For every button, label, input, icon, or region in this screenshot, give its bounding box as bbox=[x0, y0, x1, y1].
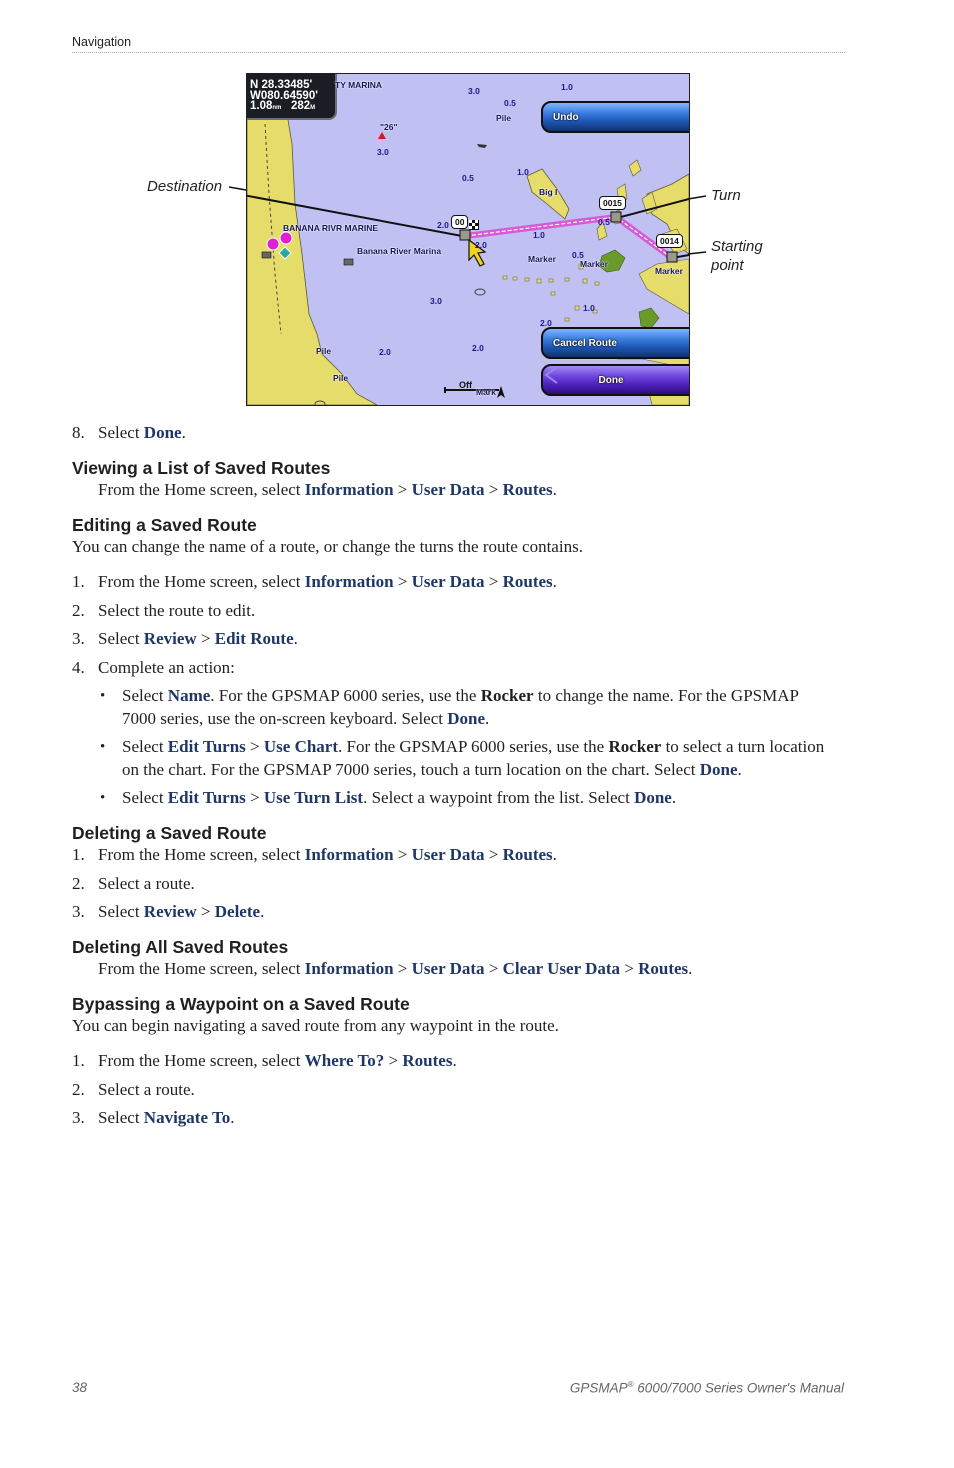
leader-turn-outside bbox=[687, 195, 707, 200]
waypoint-tag-turn[interactable]: 0015 bbox=[599, 196, 626, 210]
done-button[interactable]: Done bbox=[541, 364, 689, 396]
marina-icon-1 bbox=[266, 237, 280, 251]
heading-editing-saved-route: Editing a Saved Route bbox=[72, 515, 257, 535]
turn-waypoint-marker bbox=[610, 211, 622, 223]
leader-start-outside bbox=[687, 251, 707, 255]
coordinate-readout: N 28.33485' W080.64590' 1.08nm 282M bbox=[247, 74, 337, 120]
undo-button[interactable]: Undo bbox=[541, 101, 689, 133]
depth-sounding: 3.0 bbox=[468, 86, 480, 96]
step-8: 8. Select Done. bbox=[72, 423, 186, 442]
hazard-triangle-icon bbox=[378, 132, 386, 139]
depth-sounding: 1.0 bbox=[561, 82, 573, 92]
map-label-marker: Marker bbox=[528, 254, 556, 264]
editing-step-4: 4. Complete an action: bbox=[72, 658, 235, 677]
bullet-icon: • bbox=[100, 688, 106, 704]
map-label-banana-rivr-marine: BANANA RIVR MARINE bbox=[283, 223, 379, 233]
depth-sounding: 0.5 bbox=[572, 250, 584, 260]
waypoint-tag-start[interactable]: 0014 bbox=[656, 234, 683, 248]
map-label-big-i: Big I bbox=[539, 187, 558, 197]
depth-sounding: 3.0 bbox=[430, 296, 442, 306]
chart-screenshot: N 28.33485' W080.64590' 1.08nm 282M TY M… bbox=[246, 73, 690, 406]
bullet-icon: • bbox=[100, 790, 106, 806]
callout-destination: Destination bbox=[147, 178, 223, 195]
back-chevron-icon bbox=[544, 366, 558, 384]
start-waypoint-marker bbox=[666, 251, 678, 263]
editing-step-2: 2. Select the route to edit. bbox=[72, 601, 256, 620]
distance-bearing: 1.08nm 282M bbox=[250, 100, 316, 112]
depth-sounding: 2.0 bbox=[379, 347, 391, 357]
north-arrow-icon bbox=[497, 386, 505, 398]
bypassing-step-2: 2. Select a route. bbox=[72, 1080, 195, 1099]
deleting-all-instruction: From the Home screen, select Information… bbox=[98, 959, 693, 978]
map-label-marker: Marker bbox=[580, 259, 608, 269]
done-keyword: Done bbox=[143, 423, 182, 442]
map-label-marker: Mark bbox=[476, 387, 496, 397]
bypassing-intro: You can begin navigating a saved route f… bbox=[72, 1016, 559, 1035]
map-label-pile: Pile bbox=[333, 373, 349, 383]
green-islet-2 bbox=[638, 307, 660, 329]
depth-sounding: 0.5 bbox=[504, 98, 516, 108]
callout-turn: Turn bbox=[711, 187, 741, 204]
depth-sounding: 1.0 bbox=[517, 167, 529, 177]
depth-sounding: 2.0 bbox=[472, 343, 484, 353]
leader-destination-outside bbox=[228, 186, 247, 191]
destination-waypoint-marker bbox=[459, 229, 471, 241]
map-label-26: "26" bbox=[380, 122, 398, 132]
heading-bypassing-waypoint: Bypassing a Waypoint on a Saved Route bbox=[72, 994, 410, 1014]
buoy-icon-1 bbox=[474, 288, 486, 296]
bypassing-step-1: 1. From the Home screen, select Where To?… bbox=[72, 1051, 457, 1070]
deleting-step-1: 1. From the Home screen, select Informati… bbox=[72, 845, 557, 864]
heading-deleting-all-saved-routes: Deleting All Saved Routes bbox=[72, 937, 289, 957]
editing-step-3: 3. Select Review > Edit Route. bbox=[72, 629, 298, 648]
editing-bullet-3: Select Edit Turns > Use Turn List. Selec… bbox=[122, 788, 677, 807]
section-header: Navigation bbox=[72, 35, 132, 49]
deleting-step-3: 3. Select Review > Delete. bbox=[72, 902, 265, 921]
checkered-flag-icon bbox=[469, 220, 479, 230]
editing-bullet-1-line-1: Select Name. For the GPSMAP 6000 series,… bbox=[122, 686, 799, 705]
marina-icon-2 bbox=[279, 231, 293, 245]
map-label-pile: Pile bbox=[496, 113, 512, 123]
bullet-icon: • bbox=[100, 739, 106, 755]
heading-viewing-saved-routes: Viewing a List of Saved Routes bbox=[72, 458, 331, 478]
page-number: 38 bbox=[72, 1380, 88, 1395]
bypassing-step-3: 3. Select Navigate To. bbox=[72, 1108, 235, 1127]
manual-title: GPSMAP® 6000/7000 Series Owner's Manual bbox=[569, 1380, 844, 1396]
depth-sounding: 3.0 bbox=[377, 147, 389, 157]
depth-sounding: 2.0 bbox=[475, 240, 487, 250]
camera-icon-1 bbox=[261, 251, 272, 259]
depth-sounding: 2.0 bbox=[437, 220, 449, 230]
cancel-route-button[interactable]: Cancel Route bbox=[541, 327, 689, 359]
scale-off-label: Off bbox=[459, 380, 472, 390]
camera-icon-2 bbox=[343, 258, 354, 266]
depth-sounding: 0.5 bbox=[462, 173, 474, 183]
editing-intro: You can change the name of a route, or c… bbox=[72, 537, 583, 556]
land-left bbox=[247, 113, 378, 405]
waypoint-tag-destination[interactable]: 00 bbox=[451, 215, 469, 229]
latitude: N 28.33485' bbox=[250, 79, 313, 91]
wreck-icon bbox=[477, 144, 487, 148]
editing-bullet-2-line-1: Select Edit Turns > Use Chart. For the G… bbox=[122, 737, 825, 756]
map-label-marina: TY MARINA bbox=[335, 80, 383, 90]
map-label-pile: Pile bbox=[316, 346, 332, 356]
editing-bullet-2-line-2: on the chart. For the GPSMAP 7000 series… bbox=[122, 760, 742, 779]
callout-starting-point: Starting point bbox=[711, 238, 763, 274]
editing-step-1: 1. From the Home screen, select Informati… bbox=[72, 572, 557, 591]
heading-deleting-saved-route: Deleting a Saved Route bbox=[72, 823, 267, 843]
map-label-marker: Marker bbox=[655, 266, 683, 276]
editing-bullet-1-line-2: 7000 series, use the on-screen keyboard.… bbox=[122, 709, 490, 728]
depth-sounding: 0.5 bbox=[598, 217, 610, 227]
header-divider bbox=[72, 52, 845, 53]
map-label-banana-river-marina: Banana River Marina bbox=[357, 246, 442, 256]
depth-sounding: 1.0 bbox=[583, 303, 595, 313]
depth-sounding: 1.0 bbox=[533, 230, 545, 240]
viewing-instruction: From the Home screen, select Information… bbox=[98, 480, 557, 499]
deleting-step-2: 2. Select a route. bbox=[72, 874, 195, 893]
